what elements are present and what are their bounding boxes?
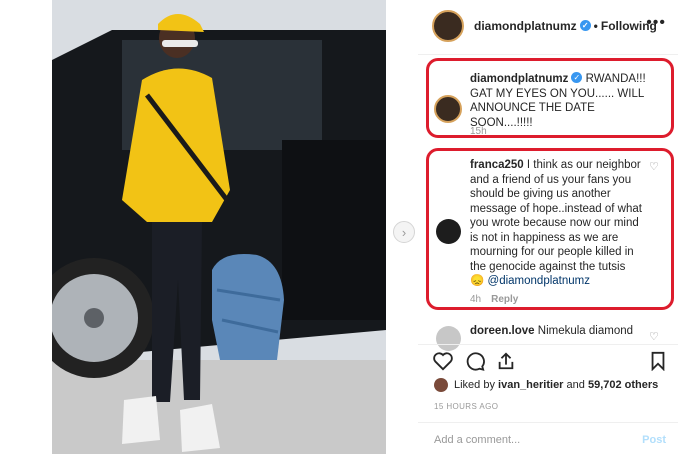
commenter-avatar[interactable] xyxy=(436,219,461,244)
verified-badge-icon: ✓ xyxy=(571,72,583,84)
like-comment-heart-icon[interactable]: ♡ xyxy=(649,330,659,343)
sad-emoji: 😞 xyxy=(470,275,485,287)
post-details-panel: diamondplatnumz ✓ • Following ••• diamondpl… xyxy=(418,0,678,454)
caption-text: diamondplatnumz ✓ RWANDA!!! GAT MY EYES O… xyxy=(470,72,660,130)
comment-meta: 4h Reply xyxy=(470,294,518,305)
post-header: diamondplatnumz ✓ • Following ••• xyxy=(418,0,678,55)
reply-button[interactable]: Reply xyxy=(491,294,518,305)
likes-and: and xyxy=(566,379,585,391)
like-heart-icon[interactable] xyxy=(432,351,454,376)
comment-bubble-icon[interactable] xyxy=(464,351,486,376)
liker-username[interactable]: ivan_heritier xyxy=(498,379,563,391)
comment-username[interactable]: doreen.love xyxy=(470,325,535,337)
post-photo[interactable] xyxy=(52,0,386,454)
bookmark-icon[interactable] xyxy=(650,351,666,376)
caption-time[interactable]: 15h xyxy=(470,126,487,137)
author-avatar[interactable] xyxy=(432,10,464,42)
likes-prefix: Liked by xyxy=(454,379,495,391)
caption-username[interactable]: diamondplatnumz xyxy=(470,73,568,85)
comment-username[interactable]: franca250 xyxy=(470,159,524,171)
author-username[interactable]: diamondplatnumz xyxy=(474,19,577,33)
comment-text: franca250 I think as our neighbor and a … xyxy=(470,158,650,289)
verified-badge-icon: ✓ xyxy=(579,20,591,32)
add-comment-bar: Add a comment... Post xyxy=(418,422,678,455)
liker-avatar[interactable] xyxy=(434,378,448,392)
post-timestamp[interactable]: 15 HOURS AGO xyxy=(434,402,498,411)
author-line: diamondplatnumz ✓ • Following xyxy=(474,19,657,33)
likes-others[interactable]: 59,702 others xyxy=(588,379,658,391)
more-options-icon[interactable]: ••• xyxy=(646,14,666,32)
separator-dot: • xyxy=(593,19,598,33)
like-comment-heart-icon[interactable]: ♡ xyxy=(649,160,659,173)
caption-avatar[interactable] xyxy=(434,95,462,123)
comment-body: I think as our neighbor and a friend of … xyxy=(470,159,642,273)
post-comment-button[interactable]: Post xyxy=(642,434,666,446)
likes-summary: Liked by ivan_heritier and 59,702 others xyxy=(434,378,658,392)
comment-time[interactable]: 4h xyxy=(470,294,481,305)
post-actions-bar xyxy=(418,344,678,375)
next-photo-button[interactable]: › xyxy=(393,221,415,243)
comment-input[interactable]: Add a comment... xyxy=(434,434,520,446)
comment-mention[interactable]: @diamondplatnumz xyxy=(488,275,590,287)
comment-body: Nimekula diamond xyxy=(537,325,634,337)
share-icon[interactable] xyxy=(496,351,516,376)
comment-text: doreen.love Nimekula diamond xyxy=(470,324,660,339)
